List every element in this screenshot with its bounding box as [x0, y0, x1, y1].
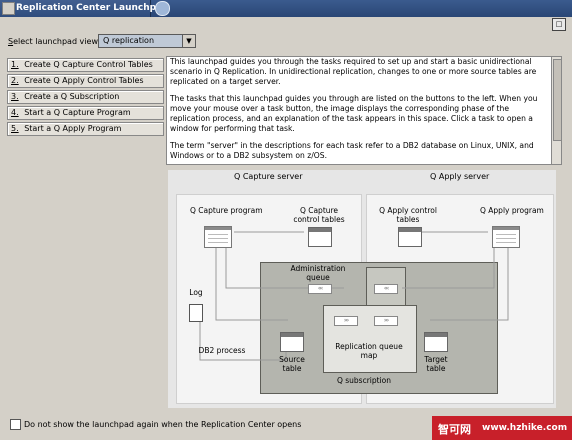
- q-subscription-label: Q subscription: [336, 376, 392, 385]
- apply-control-tables-icon: [398, 227, 422, 247]
- task-label: Create a Q Subscription: [24, 92, 120, 101]
- window-title: Replication Center Launchpad: [16, 3, 169, 13]
- launchpad-view-label: Select launchpad view: [8, 37, 98, 46]
- apply-program-label: Q Apply program: [480, 206, 544, 215]
- watermark-brand: 智可网: [438, 423, 471, 436]
- receive-queue-icon: ›››: [374, 316, 398, 326]
- task-label: Start a Q Apply Program: [24, 124, 122, 133]
- db2-process-label: DB2 process: [198, 346, 246, 355]
- chevron-down-icon[interactable]: ▼: [182, 35, 195, 47]
- title-bar: Replication Center Launchpad: [0, 0, 572, 17]
- apply-program-icon: [492, 226, 520, 248]
- scrollbar-thumb[interactable]: [553, 59, 562, 141]
- task-button-create-capture-control[interactable]: 1. Create Q Capture Control Tables: [7, 58, 164, 72]
- window-menu-button[interactable]: [2, 2, 15, 15]
- task-button-start-capture[interactable]: 4. Start a Q Capture Program: [7, 106, 164, 120]
- source-table-label: Source table: [279, 355, 305, 373]
- do-not-show-checkbox[interactable]: [10, 419, 21, 430]
- description-paragraph: This launchpad guides you through the ta…: [170, 57, 537, 86]
- app-icon: [155, 1, 170, 16]
- task-label: Start a Q Capture Program: [24, 108, 131, 117]
- apply-control-label: Q Apply control tables: [379, 206, 437, 224]
- replication-queue-map-label: Replication queue map: [335, 342, 403, 360]
- launchpad-view-value: Q replication: [103, 36, 155, 45]
- connector-line: [215, 238, 288, 321]
- task-number: 2.: [11, 76, 19, 85]
- task-button-create-apply-control[interactable]: 2. Create Q Apply Control Tables: [7, 74, 164, 88]
- task-label: Create Q Apply Control Tables: [24, 76, 144, 85]
- task-button-create-subscription[interactable]: 3. Create a Q Subscription: [7, 90, 164, 104]
- log-label: Log: [189, 288, 203, 297]
- send-queue-icon: ›››: [334, 316, 358, 326]
- capture-program-icon: [204, 226, 232, 248]
- description-paragraph: The term "server" in the descriptions fo…: [170, 141, 534, 160]
- source-table-icon: [280, 332, 304, 352]
- watermark-url: www.hzhike.com: [482, 423, 568, 433]
- task-number: 4.: [11, 108, 19, 117]
- description-text-area[interactable]: This launchpad guides you through the ta…: [166, 56, 552, 165]
- task-label: Create Q Capture Control Tables: [24, 60, 153, 69]
- watermark-logo: 智可网 www.hzhike.com: [432, 416, 572, 440]
- target-table-icon: [424, 332, 448, 352]
- task-number: 3.: [11, 92, 19, 101]
- task-button-start-apply[interactable]: 5. Start a Q Apply Program: [7, 122, 164, 136]
- capture-program-label: Q Capture program: [190, 206, 263, 215]
- restore-icon[interactable]: □: [552, 18, 566, 31]
- capture-control-label: Q Capture control tables: [293, 206, 345, 224]
- admin-queue-icon-apply: ‹‹‹: [374, 284, 398, 294]
- replication-diagram: Q Capture server Q Apply server Q Captur…: [168, 170, 556, 408]
- admin-queue-label: Administration queue: [290, 264, 346, 282]
- do-not-show-label[interactable]: Do not show the launchpad again when the…: [24, 420, 301, 429]
- description-scrollbar[interactable]: [551, 56, 562, 165]
- connector-line: [430, 238, 509, 321]
- description-paragraph: The tasks that this launchpad guides you…: [170, 94, 538, 133]
- log-icon: [189, 304, 203, 322]
- launchpad-view-select[interactable]: Q replication ▼: [98, 34, 196, 48]
- target-table-label: Target table: [424, 355, 448, 373]
- capture-control-tables-icon: [308, 227, 332, 247]
- admin-queue-icon-capture: ‹‹‹: [308, 284, 332, 294]
- task-number: 5.: [11, 124, 19, 133]
- task-number: 1.: [11, 60, 19, 69]
